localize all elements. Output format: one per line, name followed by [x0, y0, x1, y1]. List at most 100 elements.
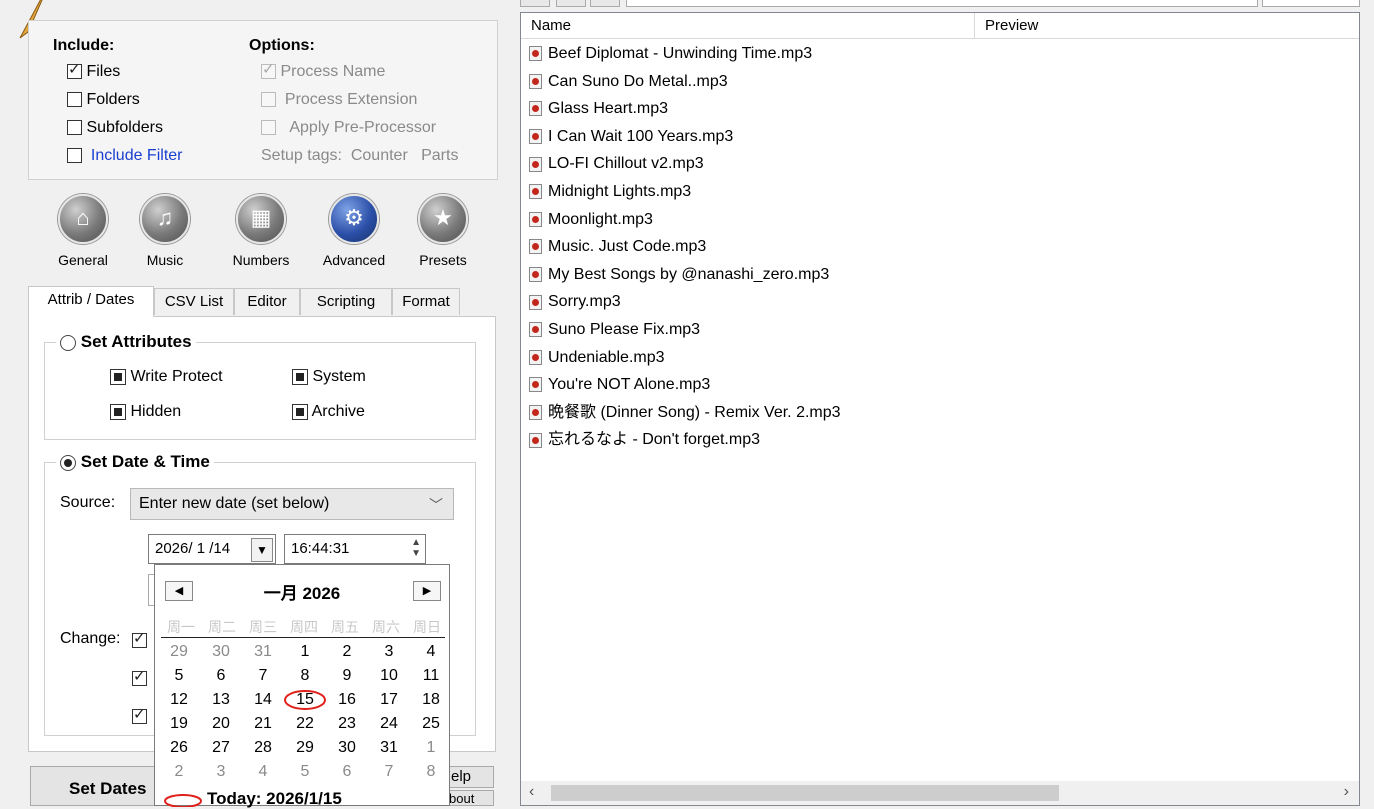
tab-scripting[interactable]: Scripting: [300, 288, 392, 315]
toolbar-button-2[interactable]: [556, 0, 586, 7]
scroll-left-icon[interactable]: ‹: [529, 783, 534, 801]
calendar-day[interactable]: 31: [369, 739, 409, 757]
calendar-day[interactable]: 18: [411, 691, 451, 709]
calendar-day[interactable]: 1: [411, 739, 451, 757]
subfolders-checkbox[interactable]: Subfolders: [67, 119, 163, 137]
hidden-checkbox[interactable]: Hidden: [110, 403, 181, 421]
calendar-day[interactable]: 6: [327, 763, 367, 781]
calendar-day[interactable]: 7: [369, 763, 409, 781]
calendar-day[interactable]: 11: [411, 667, 451, 685]
column-header-name[interactable]: Name: [521, 13, 975, 39]
source-select[interactable]: Enter new date (set below) ﹀: [130, 488, 454, 520]
toolbar-button-1[interactable]: [520, 0, 550, 7]
list-item[interactable]: You're NOT Alone.mp3: [529, 372, 710, 398]
calendar-day[interactable]: 28: [243, 739, 283, 757]
calendar-day[interactable]: 3: [369, 643, 409, 661]
set-attributes-radio[interactable]: Set Attributes: [56, 332, 196, 352]
list-item[interactable]: 晩餐歌 (Dinner Song) - Remix Ver. 2.mp3: [529, 400, 841, 426]
write-protect-checkbox[interactable]: Write Protect: [110, 368, 223, 386]
music-button[interactable]: ♫ Music: [124, 194, 206, 268]
toolbar-button-3[interactable]: [590, 0, 620, 7]
calendar-day[interactable]: 8: [411, 763, 451, 781]
archive-checkbox[interactable]: Archive: [292, 403, 365, 421]
calendar-day[interactable]: 29: [159, 643, 199, 661]
advanced-button[interactable]: ⚙ Advanced: [313, 194, 395, 268]
counter-link[interactable]: Counter: [351, 147, 408, 164]
calendar-day[interactable]: 21: [243, 715, 283, 733]
calendar-day[interactable]: 13: [201, 691, 241, 709]
list-item[interactable]: Glass Heart.mp3: [529, 96, 668, 122]
calendar-day[interactable]: 16: [327, 691, 367, 709]
calendar-day[interactable]: 7: [243, 667, 283, 685]
calendar-day[interactable]: 25: [411, 715, 451, 733]
change-accessed-checkbox[interactable]: ✓: [132, 706, 147, 726]
list-item[interactable]: Sorry.mp3: [529, 289, 621, 315]
calendar-day[interactable]: 4: [411, 643, 451, 661]
calendar-day[interactable]: 9: [327, 667, 367, 685]
include-filter-checkbox[interactable]: Include Filter: [67, 147, 182, 165]
calendar-day[interactable]: 5: [285, 763, 325, 781]
folders-checkbox[interactable]: Folders: [67, 91, 140, 109]
calendar-day[interactable]: 8: [285, 667, 325, 685]
calendar-day[interactable]: 10: [369, 667, 409, 685]
calendar-day[interactable]: 1: [285, 643, 325, 661]
calendar-day[interactable]: 30: [201, 643, 241, 661]
path-input[interactable]: [626, 0, 1258, 7]
scrollbar-thumb[interactable]: [551, 785, 1059, 801]
today-label[interactable]: Today: 2026/1/15: [207, 789, 342, 809]
tab-editor[interactable]: Editor: [234, 288, 300, 315]
calendar-day[interactable]: 4: [243, 763, 283, 781]
general-button[interactable]: ⌂ General: [42, 194, 124, 268]
calendar-day[interactable]: 5: [159, 667, 199, 685]
list-item[interactable]: My Best Songs by @nanashi_zero.mp3: [529, 262, 829, 288]
process-extension-checkbox[interactable]: Process Extension: [261, 91, 417, 109]
presets-button[interactable]: ★ Presets: [402, 194, 484, 268]
change-created-checkbox[interactable]: ✓: [132, 630, 147, 650]
list-item[interactable]: Music. Just Code.mp3: [529, 234, 706, 260]
calendar-day[interactable]: 26: [159, 739, 199, 757]
set-date-time-radio[interactable]: Set Date & Time: [56, 452, 214, 472]
next-month-button[interactable]: ▶: [413, 581, 441, 601]
column-header-preview[interactable]: Preview: [975, 13, 1359, 39]
list-item[interactable]: 忘れるなよ - Don't forget.mp3: [529, 427, 760, 453]
spin-buttons-icon[interactable]: ▲ ▼: [411, 537, 421, 559]
calendar-day[interactable]: 30: [327, 739, 367, 757]
calendar-day[interactable]: 17: [369, 691, 409, 709]
change-modified-checkbox[interactable]: ✓: [132, 668, 147, 688]
calendar-day[interactable]: 2: [327, 643, 367, 661]
files-checkbox[interactable]: ✓ Files: [67, 61, 120, 81]
calendar-day[interactable]: 27: [201, 739, 241, 757]
process-name-checkbox[interactable]: ✓ Process Name: [261, 61, 385, 81]
parts-link[interactable]: Parts: [421, 147, 458, 164]
include-filter-link[interactable]: Include Filter: [91, 147, 183, 164]
list-item[interactable]: LO-FI Chillout v2.mp3: [529, 151, 704, 177]
list-item[interactable]: Moonlight.mp3: [529, 207, 653, 233]
calendar-day[interactable]: 3: [201, 763, 241, 781]
scroll-right-icon[interactable]: ›: [1344, 783, 1349, 801]
list-item[interactable]: Beef Diplomat - Unwinding Time.mp3: [529, 41, 812, 67]
calendar-day[interactable]: 6: [201, 667, 241, 685]
calendar-day[interactable]: 2: [159, 763, 199, 781]
calendar-day[interactable]: 31: [243, 643, 283, 661]
tab-attrib-dates[interactable]: Attrib / Dates: [28, 286, 154, 317]
calendar-day[interactable]: 22: [285, 715, 325, 733]
list-item[interactable]: Can Suno Do Metal..mp3: [529, 69, 728, 95]
calendar-day[interactable]: 12: [159, 691, 199, 709]
date-picker[interactable]: 2026/ 1 /14 ▼: [148, 534, 276, 564]
horizontal-scrollbar[interactable]: ‹ ›: [521, 781, 1359, 805]
apply-preprocessor-checkbox[interactable]: Apply Pre-Processor: [261, 119, 436, 137]
calendar-day[interactable]: 29: [285, 739, 325, 757]
file-list[interactable]: Name Preview Beef Diplomat - Unwinding T…: [520, 12, 1360, 806]
calendar-day[interactable]: 20: [201, 715, 241, 733]
tab-format[interactable]: Format: [392, 288, 460, 315]
dropdown-arrow-icon[interactable]: ▼: [251, 538, 273, 562]
numbers-button[interactable]: ▦ Numbers: [220, 194, 302, 268]
calendar-month-label[interactable]: 一月 2026: [155, 579, 449, 604]
calendar-day[interactable]: 14: [243, 691, 283, 709]
list-item[interactable]: Suno Please Fix.mp3: [529, 317, 700, 343]
list-item[interactable]: I Can Wait 100 Years.mp3: [529, 124, 733, 150]
list-item[interactable]: Undeniable.mp3: [529, 345, 665, 371]
system-checkbox[interactable]: System: [292, 368, 366, 386]
calendar-day[interactable]: 24: [369, 715, 409, 733]
list-item[interactable]: Midnight Lights.mp3: [529, 179, 691, 205]
